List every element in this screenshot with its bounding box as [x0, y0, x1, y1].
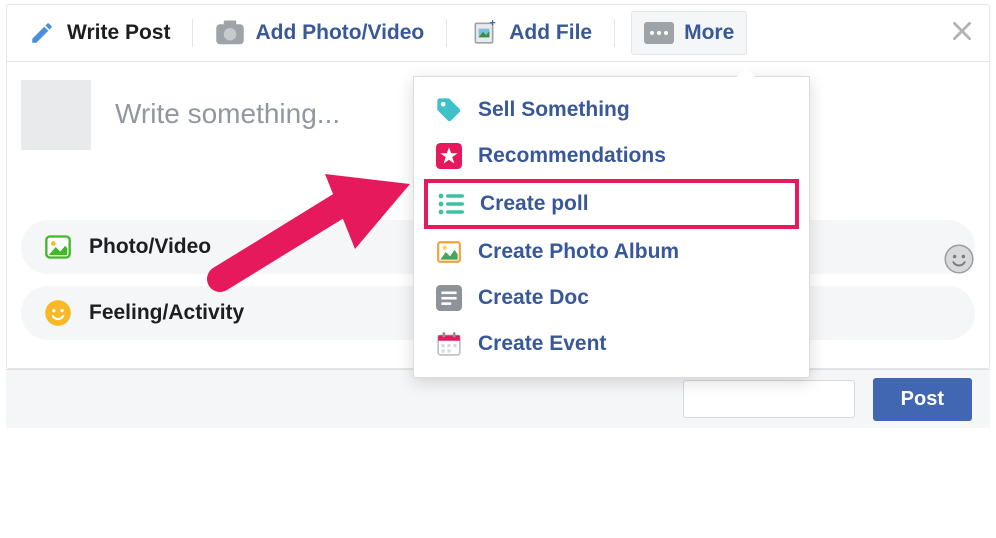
menu-label: Create Photo Album	[478, 240, 679, 264]
menu-sell-something[interactable]: Sell Something	[414, 87, 809, 133]
menu-label: Recommendations	[478, 144, 666, 168]
tab-label: Add Photo/Video	[255, 21, 424, 45]
tab-add-photo-video[interactable]: Add Photo/Video	[209, 14, 430, 52]
privacy-selector[interactable]	[683, 380, 855, 418]
image-icon	[43, 232, 73, 262]
menu-label: Create poll	[480, 192, 589, 216]
menu-recommendations[interactable]: Recommendations	[414, 133, 809, 179]
camera-icon	[215, 18, 245, 48]
tab-label: More	[684, 21, 734, 45]
pencil-icon	[27, 18, 57, 48]
ellipsis-icon	[644, 18, 674, 48]
menu-create-poll[interactable]: Create poll	[424, 179, 799, 229]
chip-label: Feeling/Activity	[89, 301, 244, 325]
menu-label: Sell Something	[478, 98, 630, 122]
compose-placeholder: Write something...	[115, 98, 340, 130]
smiley-icon	[43, 298, 73, 328]
calendar-icon	[434, 329, 464, 359]
tab-separator	[446, 19, 447, 47]
star-badge-icon	[434, 141, 464, 171]
file-icon: +	[469, 18, 499, 48]
menu-label: Create Doc	[478, 286, 589, 310]
list-icon	[436, 189, 466, 219]
tab-separator	[192, 19, 193, 47]
tab-more[interactable]: More	[631, 11, 747, 55]
tab-separator	[614, 19, 615, 47]
tab-write-post[interactable]: Write Post	[21, 14, 176, 52]
menu-create-doc[interactable]: Create Doc	[414, 275, 809, 321]
avatar	[21, 80, 91, 150]
doc-icon	[434, 283, 464, 313]
emoji-icon[interactable]	[944, 244, 974, 279]
composer-tabs: Write Post Add Photo/Video + Add File Mo…	[7, 5, 989, 62]
tab-label: Add File	[509, 21, 592, 45]
tag-icon	[434, 95, 464, 125]
post-button[interactable]: Post	[873, 378, 972, 421]
photo-icon	[434, 237, 464, 267]
menu-label: Create Event	[478, 332, 606, 356]
svg-text:+: +	[490, 20, 496, 30]
post-button-label: Post	[901, 388, 944, 410]
tab-label: Write Post	[67, 21, 170, 45]
menu-create-photo-album[interactable]: Create Photo Album	[414, 229, 809, 275]
chip-label: Photo/Video	[89, 235, 211, 259]
tab-add-file[interactable]: + Add File	[463, 14, 598, 52]
menu-create-event[interactable]: Create Event	[414, 321, 809, 367]
close-icon[interactable]	[949, 18, 975, 49]
more-dropdown: Sell Something Recommendations Create po…	[413, 76, 810, 378]
